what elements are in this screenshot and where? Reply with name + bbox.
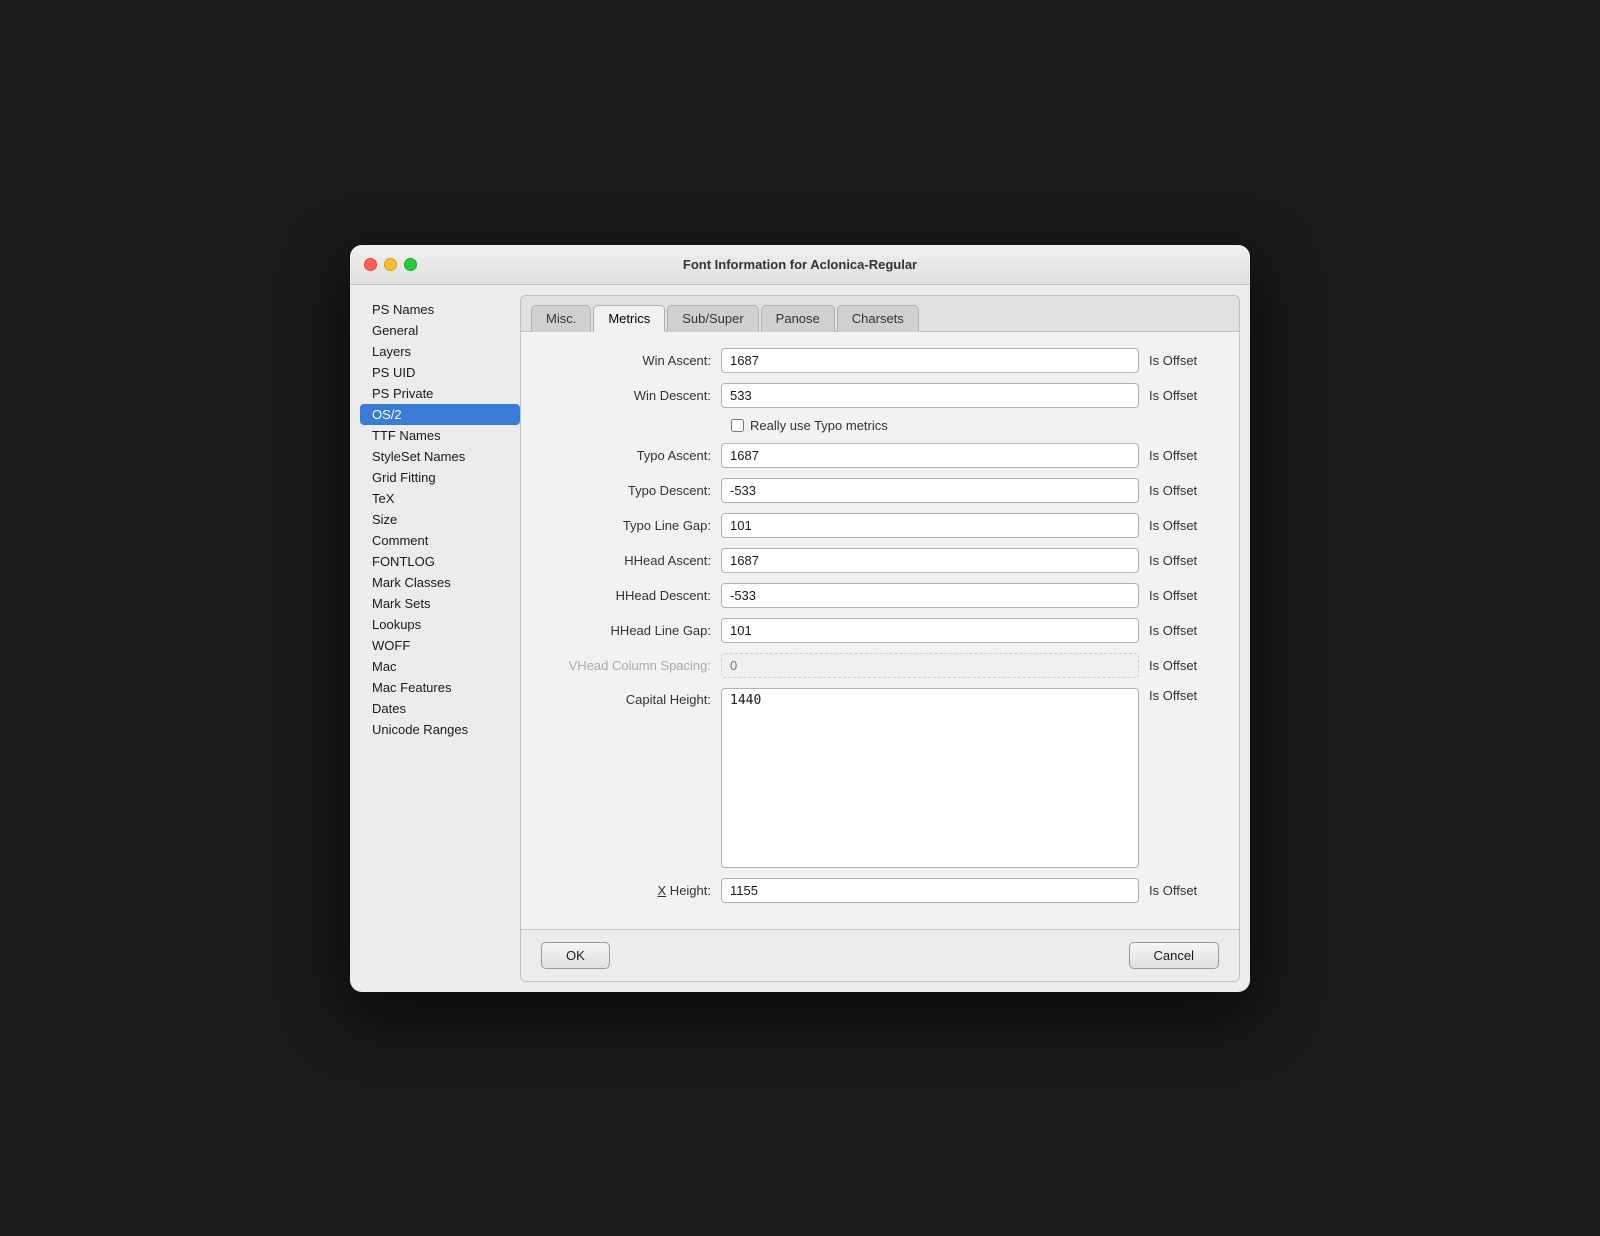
sidebar-item-mac-features[interactable]: Mac Features [360, 677, 520, 698]
capital-height-label: Capital Height: [541, 688, 711, 707]
sidebar-item-mac[interactable]: Mac [360, 656, 520, 677]
hhead-linegap-input[interactable] [721, 618, 1139, 643]
x-height-input[interactable] [721, 878, 1139, 903]
really-use-typo-row: Really use Typo metrics [551, 418, 1219, 433]
typo-ascent-input[interactable] [721, 443, 1139, 468]
sidebar-item-ps-uid[interactable]: PS UID [360, 362, 520, 383]
win-descent-label: Win Descent: [541, 388, 711, 403]
hhead-linegap-row: HHead Line Gap: Is Offset [541, 618, 1219, 643]
sidebar-item-unicode-ranges[interactable]: Unicode Ranges [360, 719, 520, 740]
window-title: Font Information for Aclonica-Regular [683, 257, 917, 272]
really-use-typo-label[interactable]: Really use Typo metrics [731, 418, 888, 433]
maximize-button[interactable] [404, 258, 417, 271]
sidebar-item-ps-names[interactable]: PS Names [360, 299, 520, 320]
win-descent-row: Win Descent: Is Offset [541, 383, 1219, 408]
hhead-descent-input[interactable] [721, 583, 1139, 608]
typo-descent-input[interactable] [721, 478, 1139, 503]
win-ascent-label: Win Ascent: [541, 353, 711, 368]
capital-height-spacer: Is Offset [1149, 688, 1219, 703]
ok-button[interactable]: OK [541, 942, 610, 969]
form-area: Win Ascent: Is Offset Win Descent: Is Of… [521, 332, 1239, 929]
cancel-button[interactable]: Cancel [1129, 942, 1219, 969]
vhead-col-spacing-spacer: Is Offset [1149, 658, 1219, 673]
win-descent-input[interactable] [721, 383, 1139, 408]
sidebar-item-grid-fitting[interactable]: Grid Fitting [360, 467, 520, 488]
really-use-typo-checkbox[interactable] [731, 419, 744, 432]
sidebar-item-woff[interactable]: WOFF [360, 635, 520, 656]
main-window: Font Information for Aclonica-Regular PS… [350, 245, 1250, 992]
sidebar-item-tex[interactable]: TeX [360, 488, 520, 509]
hhead-ascent-is-offset: Is Offset [1149, 553, 1219, 568]
sidebar-item-ttf-names[interactable]: TTF Names [360, 425, 520, 446]
win-ascent-is-offset: Is Offset [1149, 353, 1219, 368]
hhead-descent-label: HHead Descent: [541, 588, 711, 603]
hhead-ascent-input[interactable] [721, 548, 1139, 573]
capital-height-textarea[interactable] [721, 688, 1139, 868]
button-bar: OK Cancel [521, 929, 1239, 981]
vhead-col-spacing-label: VHead Column Spacing: [541, 658, 711, 673]
tab-charsets[interactable]: Charsets [837, 305, 919, 332]
sidebar-item-styleset-names[interactable]: StyleSet Names [360, 446, 520, 467]
x-height-label: X Height: [541, 883, 711, 898]
title-bar: Font Information for Aclonica-Regular [350, 245, 1250, 285]
hhead-ascent-label: HHead Ascent: [541, 553, 711, 568]
win-ascent-input[interactable] [721, 348, 1139, 373]
sidebar-item-size[interactable]: Size [360, 509, 520, 530]
typo-ascent-is-offset: Is Offset [1149, 448, 1219, 463]
sidebar-item-layers[interactable]: Layers [360, 341, 520, 362]
win-ascent-row: Win Ascent: Is Offset [541, 348, 1219, 373]
capital-height-row: Capital Height: Is Offset [541, 688, 1219, 868]
hhead-descent-is-offset: Is Offset [1149, 588, 1219, 603]
vhead-col-spacing-row: VHead Column Spacing: Is Offset [541, 653, 1219, 678]
tab-subsuper[interactable]: Sub/Super [667, 305, 758, 332]
tabs-bar: Misc.MetricsSub/SuperPanoseCharsets [521, 296, 1239, 332]
content-area: PS NamesGeneralLayersPS UIDPS PrivateOS/… [350, 285, 1250, 992]
main-panel: Misc.MetricsSub/SuperPanoseCharsets Win … [520, 295, 1240, 982]
minimize-button[interactable] [384, 258, 397, 271]
win-descent-is-offset: Is Offset [1149, 388, 1219, 403]
typo-descent-label: Typo Descent: [541, 483, 711, 498]
sidebar-item-comment[interactable]: Comment [360, 530, 520, 551]
sidebar-item-ps-private[interactable]: PS Private [360, 383, 520, 404]
traffic-lights [364, 258, 417, 271]
sidebar-item-mark-classes[interactable]: Mark Classes [360, 572, 520, 593]
typo-descent-row: Typo Descent: Is Offset [541, 478, 1219, 503]
vhead-col-spacing-input[interactable] [721, 653, 1139, 678]
sidebar-item-mark-sets[interactable]: Mark Sets [360, 593, 520, 614]
typo-ascent-row: Typo Ascent: Is Offset [541, 443, 1219, 468]
typo-linegap-label: Typo Line Gap: [541, 518, 711, 533]
x-height-row: X Height: Is Offset [541, 878, 1219, 903]
hhead-ascent-row: HHead Ascent: Is Offset [541, 548, 1219, 573]
hhead-descent-row: HHead Descent: Is Offset [541, 583, 1219, 608]
tab-panose[interactable]: Panose [761, 305, 835, 332]
hhead-linegap-label: HHead Line Gap: [541, 623, 711, 638]
close-button[interactable] [364, 258, 377, 271]
typo-linegap-row: Typo Line Gap: Is Offset [541, 513, 1219, 538]
sidebar-item-dates[interactable]: Dates [360, 698, 520, 719]
typo-ascent-label: Typo Ascent: [541, 448, 711, 463]
typo-linegap-input[interactable] [721, 513, 1139, 538]
sidebar: PS NamesGeneralLayersPS UIDPS PrivateOS/… [360, 295, 520, 982]
sidebar-item-general[interactable]: General [360, 320, 520, 341]
tab-misc[interactable]: Misc. [531, 305, 591, 332]
sidebar-item-fontlog[interactable]: FONTLOG [360, 551, 520, 572]
typo-linegap-spacer: Is Offset [1149, 518, 1219, 533]
x-height-spacer: Is Offset [1149, 883, 1219, 898]
sidebar-item-os2[interactable]: OS/2 [360, 404, 520, 425]
sidebar-item-lookups[interactable]: Lookups [360, 614, 520, 635]
typo-descent-is-offset: Is Offset [1149, 483, 1219, 498]
hhead-linegap-spacer: Is Offset [1149, 623, 1219, 638]
tab-metrics[interactable]: Metrics [593, 305, 665, 332]
